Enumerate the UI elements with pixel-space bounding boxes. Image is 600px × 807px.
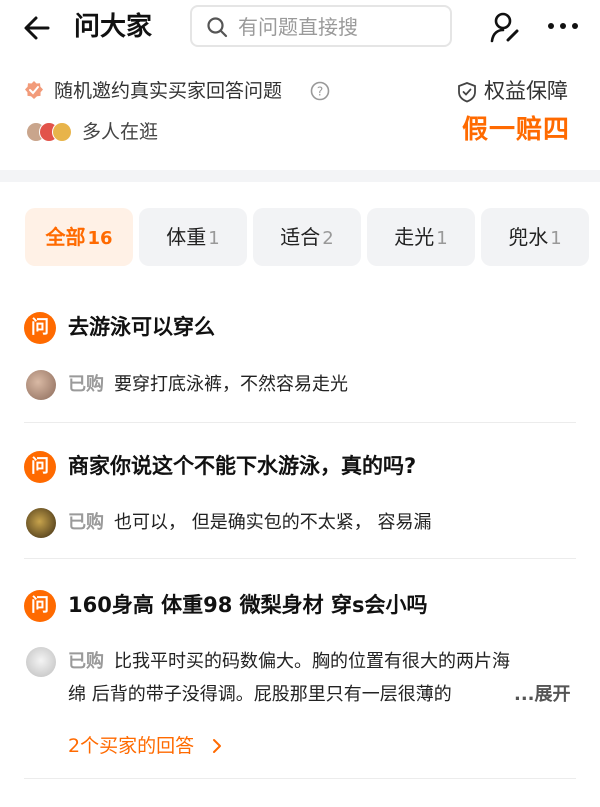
top-bar: 问大家 有问题直接搜 — [0, 0, 600, 56]
verified-badge-icon — [25, 81, 43, 99]
search-icon — [207, 17, 228, 38]
avatar — [52, 122, 72, 142]
bought-label: 已购 — [68, 651, 104, 672]
service-info: 随机邀约真实买家回答问题 ? 权益保障 多人在逛 假一赔四 — [0, 72, 600, 156]
tab-water[interactable]: 兜水 1 — [481, 208, 589, 266]
svg-text:?: ? — [317, 85, 323, 99]
bought-label: 已购 — [68, 512, 104, 533]
tab-all[interactable]: 全部 16 — [25, 208, 133, 266]
bought-label: 已购 — [68, 374, 104, 395]
more-answers-label: 2个买家的回答 — [68, 735, 195, 757]
chevron-right-icon — [213, 739, 221, 753]
expand-button[interactable]: ...展开 — [500, 680, 571, 710]
filter-tabs: 全部 16 体重 1 适合 2 走光 1 兜水 1 — [0, 208, 600, 268]
page-title: 问大家 — [74, 12, 153, 42]
tab-count: 1 — [436, 228, 448, 249]
divider — [24, 558, 576, 559]
tab-label: 走光 — [394, 225, 435, 249]
divider — [24, 422, 576, 423]
answer-text-continued: 绵 后背的带子没得调。屁股那里只有一层很薄的 — [68, 684, 452, 705]
divider — [24, 778, 576, 779]
more-icon[interactable] — [546, 14, 580, 38]
tab-label: 全部 — [45, 225, 86, 249]
search-placeholder: 有问题直接搜 — [238, 15, 358, 39]
tab-label: 体重 — [166, 225, 207, 249]
promise-text: 假一赔四 — [462, 115, 571, 145]
question-title: 160身高 体重98 微梨身材 穿s会小吗 — [68, 593, 428, 617]
browsing-text: 多人在逛 — [82, 121, 159, 143]
avatar — [26, 508, 56, 538]
question-badge: 问 — [24, 590, 56, 622]
answer-text: 也可以， 但是确实包的不太紧， 容易漏 — [114, 512, 432, 533]
question-badge: 问 — [24, 312, 56, 344]
tab-suitable[interactable]: 适合 2 — [253, 208, 361, 266]
question-title: 去游泳可以穿么 — [68, 315, 215, 339]
back-arrow-icon[interactable] — [22, 12, 54, 44]
shield-icon — [458, 82, 476, 103]
guarantee-link[interactable]: 权益保障 — [484, 77, 568, 105]
tab-count: 1 — [550, 228, 562, 249]
tab-label: 适合 — [280, 225, 321, 249]
invite-text: 随机邀约真实买家回答问题 — [54, 80, 283, 102]
user-edit-icon[interactable] — [488, 10, 522, 44]
tab-count: 2 — [322, 228, 334, 249]
tab-weight[interactable]: 体重 1 — [139, 208, 247, 266]
question-title: 商家你说这个不能下水游泳，真的吗? — [68, 454, 417, 478]
tab-count: 1 — [208, 228, 220, 249]
answer-text: 要穿打底泳裤，不然容易走光 — [114, 374, 348, 395]
browsing-avatars — [26, 122, 76, 144]
avatar — [26, 370, 56, 400]
question-badge: 问 — [24, 451, 56, 483]
search-input[interactable]: 有问题直接搜 — [190, 5, 452, 47]
avatar — [26, 647, 56, 677]
tab-label: 兜水 — [508, 225, 549, 249]
tab-count: 16 — [87, 228, 113, 249]
more-answers-link[interactable]: 2个买家的回答 — [68, 732, 194, 760]
tab-exposure[interactable]: 走光 1 — [367, 208, 475, 266]
help-icon[interactable]: ? — [310, 81, 330, 101]
answer-text: 比我平时买的码数偏大。胸的位置有很大的两片海 — [114, 651, 510, 672]
section-divider — [0, 170, 600, 182]
